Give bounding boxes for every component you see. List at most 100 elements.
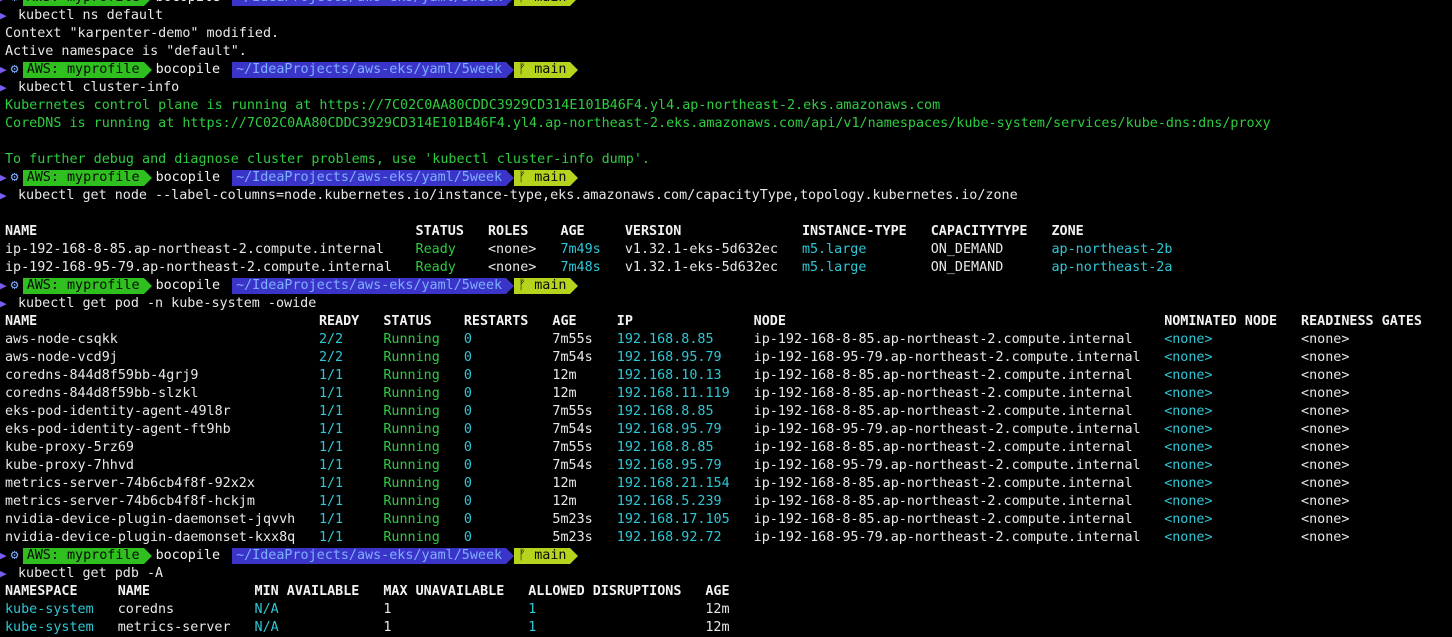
table-cell: 192.168.8.85 [616, 404, 714, 419]
segment-arrow-icon [224, 278, 233, 294]
table-cell: 7m55s [552, 440, 593, 455]
table-cell: 1/1 [318, 476, 344, 491]
table-cell: m5.large [801, 260, 867, 275]
command-chevron-icon: ▶ [0, 297, 7, 310]
node-table-header: CAPACITYTYPE [930, 224, 1028, 239]
segment-arrow-icon [506, 0, 515, 6]
cluster-output: To further debug and diagnose cluster pr… [5, 152, 650, 167]
node-table-header: AGE [560, 224, 585, 239]
pod-table-header: READY [318, 314, 360, 329]
table-cell: ip-192-168-8-85.ap-northeast-2.compute.i… [753, 512, 1133, 527]
user-segment: bocopile [151, 170, 225, 186]
segment-arrow-icon [570, 278, 579, 294]
aws-profile-segment: AWS: myprofile [22, 170, 144, 186]
segment-arrow-icon [506, 278, 515, 294]
table-cell: <none> [1301, 404, 1350, 419]
table-cell: <none> [1301, 530, 1350, 545]
table-cell: ip-192-168-8-85.ap-northeast-2.compute.i… [753, 440, 1133, 455]
pdb-table-header: MIN AVAILABLE [254, 584, 360, 599]
table-cell: Running [383, 404, 440, 419]
table-cell: Running [383, 512, 440, 527]
command-text: kubectl get pod -n kube-system -owide [18, 296, 317, 311]
cluster-output: Kubernetes control plane is running at h… [5, 98, 941, 113]
table-cell: 12m [705, 602, 730, 617]
table-cell: coredns-844d8f59bb-4grj9 [5, 368, 199, 383]
table-cell: kube-proxy-7hhvd [5, 458, 134, 473]
pdb-table-header: NAMESPACE [5, 584, 78, 599]
shell-prompt: ▶⚙AWS: myprofile bocopile ~/IdeaProjects/a… [0, 169, 579, 187]
table-cell: <none> [1301, 512, 1350, 527]
pdb-table-header: MAX UNAVAILABLE [383, 584, 505, 599]
prompt-chevron-icon: ▶ [0, 171, 7, 184]
table-cell: v1.32.1-eks-5d632ec [624, 260, 779, 275]
table-cell: 1 [383, 602, 392, 617]
table-cell: kube-proxy-5rz69 [5, 440, 134, 455]
table-cell: 7m48s [560, 260, 601, 275]
command-chevron-icon: ▶ [0, 81, 7, 94]
table-cell: Running [383, 422, 440, 437]
table-cell: Running [383, 350, 440, 365]
table-cell: <none> [1164, 386, 1213, 401]
command-chevron-icon: ▶ [0, 189, 7, 202]
table-cell: 7m55s [552, 404, 593, 419]
table-cell: <none> [1164, 440, 1213, 455]
ns-output: Context "karpenter-demo" modified. [5, 26, 280, 41]
segment-arrow-icon [570, 548, 579, 564]
table-cell: 1 [528, 620, 537, 635]
shell-prompt: ▶⚙AWS: myprofile bocopile ~/IdeaProjects/a… [0, 0, 579, 7]
segment-arrow-icon [143, 0, 152, 6]
table-cell: 12m [705, 620, 730, 635]
pdb-table-header: NAME [117, 584, 150, 599]
table-cell: Ready [415, 260, 456, 275]
gear-icon: ⚙ [10, 548, 19, 563]
user-segment: bocopile [151, 62, 225, 78]
table-cell: Running [383, 494, 440, 509]
table-cell: ip-192-168-95-79.ap-northeast-2.compute.… [753, 458, 1141, 473]
table-cell: 12m [552, 368, 577, 383]
table-cell: Running [383, 530, 440, 545]
table-cell: 0 [463, 386, 472, 401]
gear-icon: ⚙ [10, 278, 19, 293]
table-cell: <none> [1164, 404, 1213, 419]
table-cell: <none> [488, 260, 537, 275]
table-cell: <none> [1164, 350, 1213, 365]
segment-arrow-icon [224, 170, 233, 186]
table-cell: nvidia-device-plugin-daemonset-jqvvh [5, 512, 296, 527]
table-cell: Running [383, 458, 440, 473]
user-segment: bocopile [151, 0, 225, 6]
git-branch-segment: ᚠ main [514, 170, 571, 186]
pod-table-header: IP [616, 314, 633, 329]
table-cell: 1/1 [318, 440, 344, 455]
table-cell: 1/1 [318, 422, 344, 437]
table-cell: 1/1 [318, 530, 344, 545]
segment-arrow-icon [143, 170, 152, 186]
pdb-table-header: ALLOWED DISRUPTIONS [528, 584, 682, 599]
path-segment: ~/IdeaProjects/aws-eks/yaml/5week [232, 548, 507, 564]
segment-arrow-icon [506, 548, 515, 564]
user-segment: bocopile [151, 278, 225, 294]
pod-table-header: AGE [552, 314, 577, 329]
table-cell: <none> [1164, 476, 1213, 491]
table-cell: ip-192-168-8-85.ap-northeast-2.compute.i… [753, 476, 1133, 491]
table-cell: <none> [1164, 368, 1213, 383]
table-cell: 192.168.11.119 [616, 386, 730, 401]
gear-icon: ⚙ [7, 0, 23, 6]
table-cell: N/A [254, 602, 279, 617]
table-cell: Running [383, 386, 440, 401]
prompt-chevron-icon: ▶ [0, 279, 7, 292]
user-segment: bocopile [151, 548, 225, 564]
table-cell: 5m23s [552, 512, 593, 527]
table-cell: 1/1 [318, 494, 344, 509]
aws-profile-segment: AWS: myprofile [22, 548, 144, 564]
table-cell: <none> [1301, 332, 1350, 347]
table-cell: 2/2 [318, 332, 344, 347]
table-cell: Running [383, 440, 440, 455]
aws-profile-segment: AWS: myprofile [22, 278, 144, 294]
shell-prompt: ▶⚙AWS: myprofile bocopile ~/IdeaProjects/a… [0, 547, 579, 565]
table-cell: <none> [1301, 494, 1350, 509]
table-cell: <none> [1164, 512, 1213, 527]
table-cell: <none> [1164, 530, 1213, 545]
table-cell: ON_DEMAND [930, 242, 1004, 257]
pod-table-header: RESTARTS [463, 314, 529, 329]
path-segment: ~/IdeaProjects/aws-eks/yaml/5week [232, 170, 507, 186]
